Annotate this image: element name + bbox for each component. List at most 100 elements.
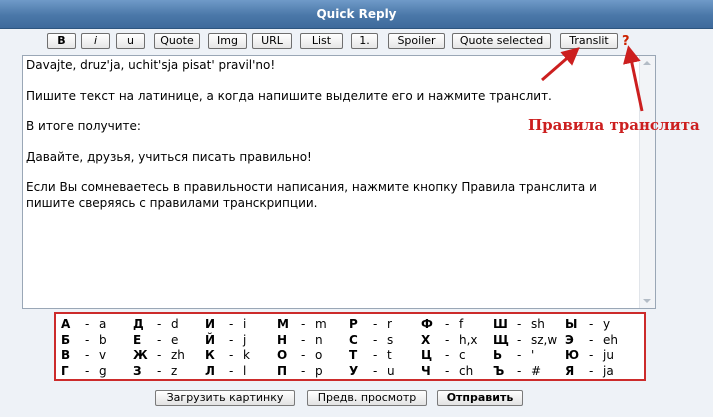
cyrillic-letter: Ф xyxy=(421,317,433,332)
cyrillic-letter: Ч xyxy=(421,363,431,378)
translit-row: Б - b Е - e Й - j Н - n С - s Х - h,x Щ - sz,w Э - eh xyxy=(61,333,637,349)
cyrillic-letter: К xyxy=(205,348,215,363)
formatting-toolbar: B i u Quote Img URL List 1. Spoiler Quot… xyxy=(0,33,713,53)
separator-dash: - xyxy=(229,332,234,347)
latin-equivalent: n xyxy=(315,332,323,347)
cyrillic-letter: Э xyxy=(565,332,574,347)
cyrillic-letter: Х xyxy=(421,332,431,347)
preview-button[interactable]: Предв. просмотр xyxy=(307,390,427,406)
latin-equivalent: v xyxy=(99,348,107,363)
cyrillic-letter: Е xyxy=(133,332,142,347)
cyrillic-letter: Ю xyxy=(565,348,580,363)
cyrillic-letter: Р xyxy=(349,317,358,332)
url-button[interactable]: URL xyxy=(252,33,292,49)
cyrillic-letter: Ж xyxy=(133,348,148,363)
separator-dash: - xyxy=(157,332,162,347)
translit-button[interactable]: Translit xyxy=(560,33,618,49)
translit-help-link[interactable]: ? xyxy=(622,34,630,49)
separator-dash: - xyxy=(445,348,450,363)
cyrillic-letter: В xyxy=(61,348,71,363)
separator-dash: - xyxy=(85,317,90,332)
cyrillic-letter: О xyxy=(277,348,288,363)
separator-dash: - xyxy=(589,348,594,363)
latin-equivalent: p xyxy=(315,363,323,378)
cyrillic-letter: Ъ xyxy=(493,363,505,378)
separator-dash: - xyxy=(229,348,234,363)
translit-row: А - a Д - d И - i М - m Р - r Ф - f Ш - sh Ы - y xyxy=(61,317,637,333)
cyrillic-letter: И xyxy=(205,317,216,332)
separator-dash: - xyxy=(589,363,594,378)
latin-equivalent: sh xyxy=(531,317,545,332)
latin-equivalent: f xyxy=(459,317,464,332)
underline-button[interactable]: u xyxy=(116,33,145,49)
translit-rules-annotation: Правила транслита xyxy=(528,116,700,134)
cyrillic-letter: Н xyxy=(277,332,288,347)
cyrillic-letter: У xyxy=(349,363,359,378)
separator-dash: - xyxy=(157,348,162,363)
cyrillic-letter: Щ xyxy=(493,332,509,347)
cyrillic-letter: Ц xyxy=(421,348,433,363)
cyrillic-letter: Ы xyxy=(565,317,578,332)
quote-selected-button[interactable]: Quote selected xyxy=(452,33,551,49)
latin-equivalent: b xyxy=(99,332,107,347)
message-editor: Davajte, druz'ja, uchit'sja pisat' pravi… xyxy=(22,55,656,309)
latin-equivalent: u xyxy=(387,363,395,378)
latin-equivalent: t xyxy=(387,348,392,363)
latin-equivalent: g xyxy=(99,363,107,378)
scroll-up-icon[interactable] xyxy=(643,61,651,65)
latin-equivalent: e xyxy=(171,332,179,347)
separator-dash: - xyxy=(373,348,378,363)
latin-equivalent: ' xyxy=(531,348,535,363)
translit-grid: А - a Д - d И - i М - m Р - r Ф - f Ш - sh Ы - y Б - b Е - e Й - j Н - n С - s… xyxy=(61,317,637,379)
separator-dash: - xyxy=(229,363,234,378)
scroll-down-icon[interactable] xyxy=(643,299,651,303)
latin-equivalent: m xyxy=(315,317,327,332)
italic-button[interactable]: i xyxy=(81,33,110,49)
latin-equivalent: ju xyxy=(603,348,614,363)
translit-row: В - v Ж - zh К - k О - o Т - t Ц - c Ь - ' Ю - ju xyxy=(61,348,637,364)
cyrillic-letter: Т xyxy=(349,348,358,363)
numbered-list-button[interactable]: 1. xyxy=(351,33,378,49)
latin-equivalent: d xyxy=(171,317,179,332)
cyrillic-letter: Я xyxy=(565,363,575,378)
separator-dash: - xyxy=(373,317,378,332)
cyrillic-letter: А xyxy=(61,317,71,332)
editor-scrollbar[interactable] xyxy=(639,56,655,308)
latin-equivalent: s xyxy=(387,332,394,347)
separator-dash: - xyxy=(301,363,306,378)
latin-equivalent: a xyxy=(99,317,107,332)
spoiler-button[interactable]: Spoiler xyxy=(388,33,445,49)
separator-dash: - xyxy=(445,332,450,347)
img-button[interactable]: Img xyxy=(208,33,247,49)
latin-equivalent: i xyxy=(243,317,247,332)
cyrillic-letter: Л xyxy=(205,363,215,378)
separator-dash: - xyxy=(301,348,306,363)
list-button[interactable]: List xyxy=(300,33,343,49)
latin-equivalent: z xyxy=(171,363,178,378)
cyrillic-letter: З xyxy=(133,363,142,378)
cyrillic-letter: Ш xyxy=(493,317,508,332)
cyrillic-letter: М xyxy=(277,317,289,332)
submit-button[interactable]: Отправить xyxy=(437,390,523,406)
latin-equivalent: zh xyxy=(171,348,185,363)
separator-dash: - xyxy=(445,363,450,378)
separator-dash: - xyxy=(517,363,522,378)
separator-dash: - xyxy=(373,363,378,378)
latin-equivalent: h,x xyxy=(459,332,478,347)
separator-dash: - xyxy=(517,332,522,347)
latin-equivalent: eh xyxy=(603,332,618,347)
latin-equivalent: y xyxy=(603,317,611,332)
latin-equivalent: # xyxy=(531,363,542,378)
latin-equivalent: j xyxy=(243,332,247,347)
upload-image-button[interactable]: Загрузить картинку xyxy=(155,390,295,406)
separator-dash: - xyxy=(589,332,594,347)
separator-dash: - xyxy=(301,317,306,332)
separator-dash: - xyxy=(517,317,522,332)
separator-dash: - xyxy=(85,348,90,363)
latin-equivalent: sz,w xyxy=(531,332,558,347)
quote-button[interactable]: Quote xyxy=(154,33,200,49)
bold-button[interactable]: B xyxy=(47,33,76,49)
cyrillic-letter: Б xyxy=(61,332,71,347)
latin-equivalent: c xyxy=(459,348,466,363)
message-textarea[interactable]: Davajte, druz'ja, uchit'sja pisat' pravi… xyxy=(23,56,641,308)
